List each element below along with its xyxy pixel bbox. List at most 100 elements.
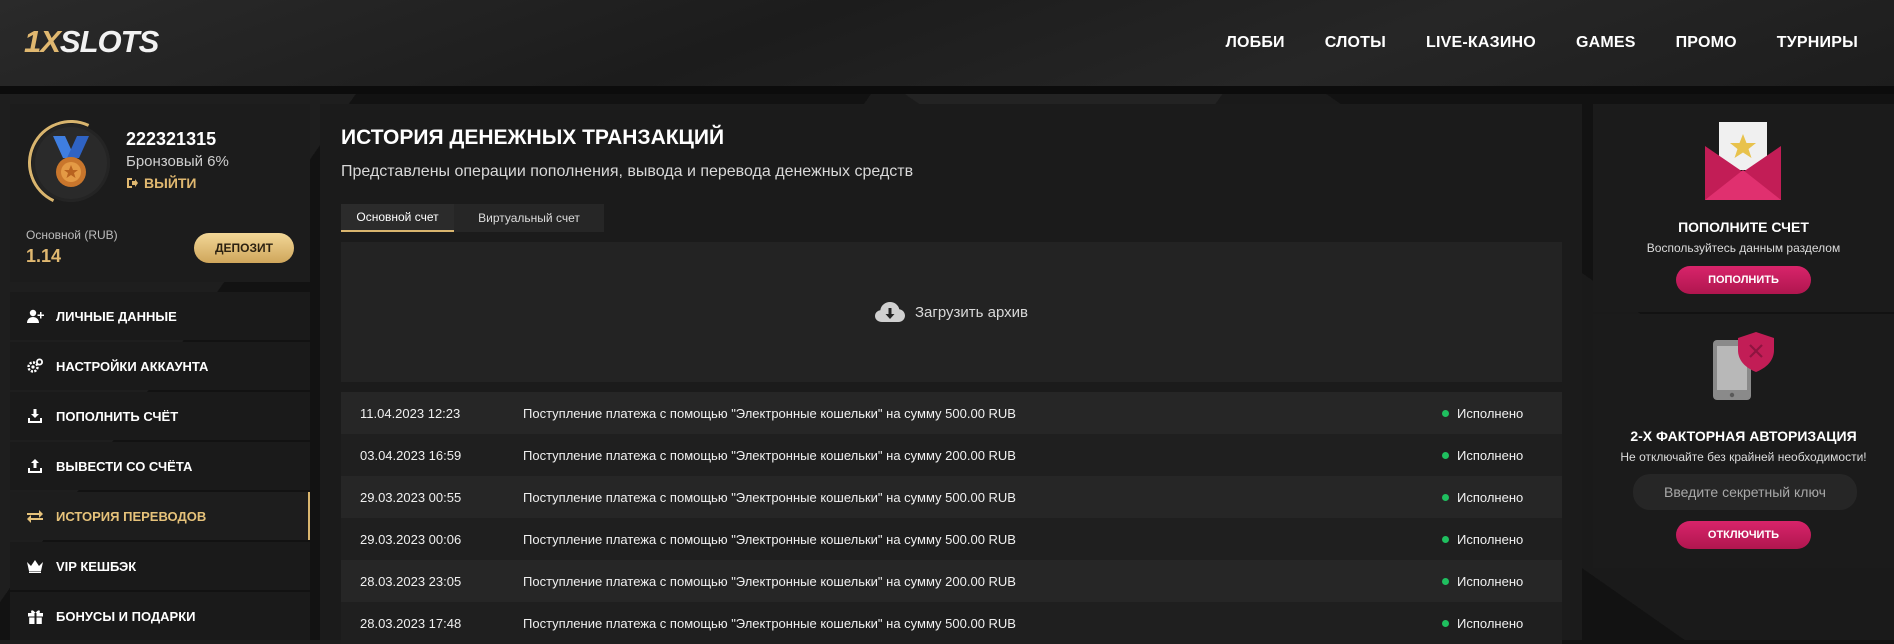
menu-item-transfer-history[interactable]: ИСТОРИЯ ПЕРЕВОДОВ (10, 492, 310, 540)
status-label: Исполнено (1457, 531, 1524, 547)
top-header: 1XSLOTS ЛОББИ СЛОТЫ LIVE-КАЗИНО GAMES ПР… (0, 0, 1894, 86)
gift-icon (26, 608, 44, 624)
account-menu: ЛИЧНЫЕ ДАННЫЕ НАСТРОЙКИ АККАУНТА ПОПОЛНИ… (10, 292, 310, 640)
status-label: Исполнено (1457, 489, 1524, 505)
table-row: 28.03.2023 23:05 Поступление платежа с п… (341, 560, 1562, 602)
transaction-description: Поступление платежа с помощью "Электронн… (523, 447, 1016, 463)
transaction-status: Исполнено (1442, 406, 1562, 421)
nav-games[interactable]: GAMES (1576, 34, 1636, 52)
account-tabs: Основной счет Виртуальный счет (341, 204, 604, 232)
table-row: 29.03.2023 00:55 Поступление платежа с п… (341, 476, 1562, 518)
menu-item-deposit[interactable]: ПОПОЛНИТЬ СЧЁТ (10, 392, 310, 440)
transaction-status: Исполнено (1442, 574, 1562, 589)
status-label: Исполнено (1457, 447, 1524, 463)
right-panel: ПОПОЛНИТЕ СЧЕТ Воспользуйтесь данным раз… (1593, 104, 1894, 568)
transaction-description: Поступление платежа с помощью "Электронн… (523, 531, 1016, 547)
upload-icon (26, 458, 44, 474)
tab-virtual-account[interactable]: Виртуальный счет (454, 204, 604, 232)
menu-item-account-settings[interactable]: НАСТРОЙКИ АККАУНТА (10, 342, 310, 390)
transaction-date: 29.03.2023 00:55 (360, 489, 462, 505)
bronze-medal-icon (53, 136, 89, 187)
transaction-description: Поступление платежа с помощью "Электронн… (523, 573, 1016, 589)
account-balance: 1.14 (26, 246, 62, 266)
transaction-date: 11.04.2023 12:23 (360, 405, 461, 421)
user-rank: Бронзовый 6% (126, 153, 229, 170)
disable-2fa-button[interactable]: ОТКЛЮЧИТЬ (1676, 521, 1811, 549)
table-row: 29.03.2023 00:06 Поступление платежа с п… (341, 518, 1562, 560)
archive-label: Загрузить архив (914, 303, 1029, 321)
deposit-button[interactable]: ДЕПОЗИТ (194, 233, 294, 263)
main-content: ИСТОРИЯ ДЕНЕЖНЫХ ТРАНЗАКЦИЙ Представлены… (320, 104, 1582, 644)
transaction-date: 28.03.2023 23:05 (360, 573, 462, 589)
avatar (15, 107, 127, 219)
menu-item-label: ИСТОРИЯ ПЕРЕВОДОВ (56, 508, 207, 524)
status-dot-icon (1442, 493, 1449, 501)
menu-item-label: ПОПОЛНИТЬ СЧЁТ (56, 408, 179, 424)
cloud-download-icon (874, 302, 905, 322)
nav-tournaments[interactable]: ТУРНИРЫ (1777, 34, 1858, 52)
logout-label: ВЫЙТИ (144, 175, 197, 191)
table-row: 03.04.2023 16:59 Поступление платежа с п… (341, 434, 1562, 476)
transaction-date: 28.03.2023 17:48 (360, 615, 462, 631)
status-label: Исполнено (1457, 615, 1524, 631)
logo-part-1: 1X (24, 24, 61, 59)
table-row: 11.04.2023 12:23 Поступление платежа с п… (341, 392, 1562, 434)
transaction-date: 29.03.2023 00:06 (360, 531, 462, 547)
logo-part-2: SLOTS (59, 24, 159, 59)
two-factor-title: 2-Х ФАКТОРНАЯ АВТОРИЗАЦИЯ (1630, 428, 1857, 444)
tab-main-account[interactable]: Основной счет (341, 204, 454, 232)
transaction-status: Исполнено (1442, 532, 1562, 547)
page-title: ИСТОРИЯ ДЕНЕЖНЫХ ТРАНЗАКЦИЙ (341, 126, 725, 149)
menu-item-label: ВЫВЕСТИ СО СЧЁТА (56, 458, 193, 474)
nav-slots[interactable]: СЛОТЫ (1325, 34, 1386, 52)
two-factor-subtitle: Не отключайте без крайней необходимости! (1620, 450, 1867, 464)
account-label: Основной (RUB) (26, 228, 118, 242)
status-dot-icon (1442, 535, 1449, 543)
menu-item-bonuses[interactable]: БОНУСЫ И ПОДАРКИ (10, 592, 310, 640)
secret-key-input[interactable] (1633, 474, 1857, 510)
status-dot-icon (1442, 409, 1449, 417)
menu-item-withdraw[interactable]: ВЫВЕСТИ СО СЧЁТА (10, 442, 310, 490)
transactions-table: 11.04.2023 12:23 Поступление платежа с п… (341, 392, 1562, 644)
transaction-status: Исполнено (1442, 616, 1562, 631)
main-nav: ЛОББИ СЛОТЫ LIVE-КАЗИНО GAMES ПРОМО ТУРН… (1226, 34, 1858, 52)
nav-lobby[interactable]: ЛОББИ (1226, 34, 1285, 52)
status-label: Исполнено (1457, 573, 1524, 589)
user-add-icon (26, 308, 44, 324)
menu-item-label: НАСТРОЙКИ АККАУНТА (56, 358, 209, 374)
menu-item-label: БОНУСЫ И ПОДАРКИ (56, 608, 196, 624)
menu-item-personal-data[interactable]: ЛИЧНЫЕ ДАННЫЕ (10, 292, 310, 340)
crown-icon (26, 558, 44, 574)
topup-title: ПОПОЛНИТЕ СЧЕТ (1678, 219, 1809, 235)
menu-item-label: ЛИЧНЫЕ ДАННЫЕ (56, 308, 177, 324)
topup-card: ПОПОЛНИТЕ СЧЕТ Воспользуйтесь данным раз… (1593, 104, 1894, 312)
logout-icon (127, 178, 138, 188)
transfer-arrows-icon (26, 508, 44, 524)
transaction-description: Поступление платежа с помощью "Электронн… (523, 405, 1016, 421)
transaction-status: Исполнено (1442, 448, 1562, 463)
transaction-description: Поступление платежа с помощью "Электронн… (523, 489, 1016, 505)
two-factor-card: 2-Х ФАКТОРНАЯ АВТОРИЗАЦИЯ Не отключайте … (1593, 314, 1894, 568)
menu-item-label: VIP КЕШБЭК (56, 558, 137, 574)
transaction-date: 03.04.2023 16:59 (360, 447, 462, 463)
logo[interactable]: 1XSLOTS (24, 24, 159, 60)
transaction-status: Исполнено (1442, 490, 1562, 505)
nav-promo[interactable]: ПРОМО (1676, 34, 1737, 52)
topup-subtitle: Воспользуйтесь данным разделом (1646, 241, 1841, 255)
logout-button[interactable]: ВЫЙТИ (126, 175, 197, 191)
topup-button[interactable]: ПОПОЛНИТЬ (1676, 266, 1811, 294)
table-row: 28.03.2023 17:48 Поступление платежа с п… (341, 602, 1562, 644)
page-subtitle: Представлены операции пополнения, вывода… (341, 163, 914, 180)
download-archive-button[interactable]: Загрузить архив (341, 242, 1562, 382)
status-label: Исполнено (1457, 405, 1524, 421)
status-dot-icon (1442, 577, 1449, 585)
status-dot-icon (1442, 451, 1449, 459)
transaction-description: Поступление платежа с помощью "Электронн… (523, 615, 1016, 631)
header-divider (0, 86, 1894, 94)
download-icon (26, 408, 44, 424)
menu-item-vip-cashback[interactable]: VIP КЕШБЭК (10, 542, 310, 590)
nav-live-casino[interactable]: LIVE-КАЗИНО (1426, 34, 1536, 52)
user-id: 222321315 (126, 129, 217, 149)
envelope-star-icon (1705, 122, 1781, 200)
profile-card: 222321315 Бронзовый 6% ВЫЙТИ Основной (R… (10, 104, 310, 282)
